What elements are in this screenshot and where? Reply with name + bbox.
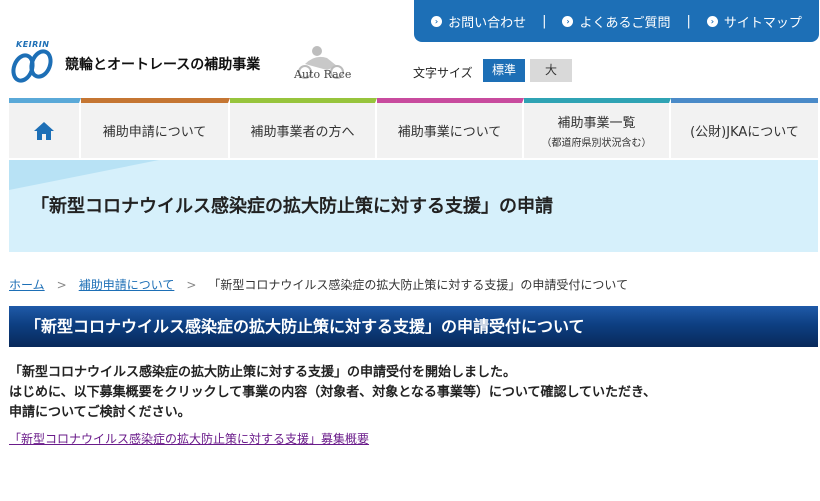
banner-decoration bbox=[9, 160, 159, 190]
nav-about-jka[interactable]: (公財)JKAについて bbox=[671, 98, 818, 158]
breadcrumb: ホーム > 補助申請について > 「新型コロナウイルス感染症の拡大防止策に対する… bbox=[9, 276, 628, 293]
main-nav: 補助申請について 補助事業者の方へ 補助事業について 補助事業一覧 （都道府県別… bbox=[9, 98, 818, 158]
autorace-text: Auto Race bbox=[294, 68, 352, 81]
separator: | bbox=[542, 13, 547, 29]
nav-label: 補助事業について bbox=[397, 125, 502, 140]
chevron-right-icon: › bbox=[706, 15, 718, 27]
intro-line: はじめに、以下募集概要をクリックして事業の内容（対象者、対象となる事業等）につい… bbox=[9, 385, 657, 400]
chevron-right-icon: › bbox=[431, 15, 443, 27]
fontsize-standard-button[interactable]: 標準 bbox=[483, 59, 525, 82]
intro-line: 申請についてご検討ください。 bbox=[9, 405, 191, 420]
section-heading: 「新型コロナウイルス感染症の拡大防止策に対する支援」の申請受付について bbox=[9, 306, 818, 347]
breadcrumb-separator: > bbox=[56, 277, 67, 292]
breadcrumb-home[interactable]: ホーム bbox=[9, 276, 45, 293]
keirin-logo[interactable]: KEIRIN bbox=[9, 40, 57, 84]
nav-about-projects[interactable]: 補助事業について bbox=[377, 98, 524, 158]
breadcrumb-parent[interactable]: 補助申請について bbox=[79, 276, 175, 293]
nav-label: (公財)JKAについて bbox=[690, 125, 799, 140]
intro-text: 「新型コロナウイルス感染症の拡大防止策に対する支援」の申請受付を開始しました。 … bbox=[9, 363, 656, 423]
faq-link[interactable]: › よくあるご質問 bbox=[562, 12, 671, 31]
separator: | bbox=[686, 13, 691, 29]
nav-for-grantees[interactable]: 補助事業者の方へ bbox=[230, 98, 377, 158]
nav-sublabel: （都道府県別状況含む） bbox=[541, 138, 652, 149]
sitemap-label: サイトマップ bbox=[723, 15, 802, 31]
chevron-right-icon: › bbox=[562, 15, 574, 27]
breadcrumb-current: 「新型コロナウイルス感染症の拡大防止策に対する支援」の申請受付について bbox=[208, 278, 629, 292]
outline-link[interactable]: 「新型コロナウイルス感染症の拡大防止策に対する支援」募集概要 bbox=[9, 430, 369, 447]
nav-label: 補助事業者の方へ bbox=[250, 125, 355, 140]
nav-label: 補助事業一覧 bbox=[557, 116, 636, 131]
page-banner: 「新型コロナウイルス感染症の拡大防止策に対する支援」の申請 bbox=[9, 160, 818, 252]
site-title: 競輪とオートレースの補助事業 bbox=[65, 57, 261, 73]
nav-project-list[interactable]: 補助事業一覧 （都道府県別状況含む） bbox=[524, 98, 671, 158]
contact-link[interactable]: › お問い合わせ bbox=[431, 12, 526, 31]
intro-line: 「新型コロナウイルス感染症の拡大防止策に対する支援」の申請受付を開始しました。 bbox=[9, 365, 517, 380]
nav-label: 補助申請について bbox=[102, 125, 207, 140]
home-icon bbox=[34, 121, 54, 140]
fontsize-label: 文字サイズ bbox=[413, 66, 473, 80]
faq-label: よくあるご質問 bbox=[579, 15, 671, 31]
sitemap-link[interactable]: › サイトマップ bbox=[706, 12, 802, 31]
contact-label: お問い合わせ bbox=[448, 15, 527, 31]
nav-application[interactable]: 補助申請について bbox=[81, 98, 230, 158]
logo-text: KEIRIN bbox=[16, 40, 50, 49]
nav-home[interactable] bbox=[9, 98, 81, 158]
breadcrumb-separator: > bbox=[186, 277, 197, 292]
utility-bar: › お問い合わせ | › よくあるご質問 | › サイトマップ bbox=[414, 0, 819, 42]
fontsize-large-button[interactable]: 大 bbox=[530, 59, 572, 82]
page-title: 「新型コロナウイルス感染症の拡大防止策に対する支援」の申請 bbox=[31, 196, 553, 217]
